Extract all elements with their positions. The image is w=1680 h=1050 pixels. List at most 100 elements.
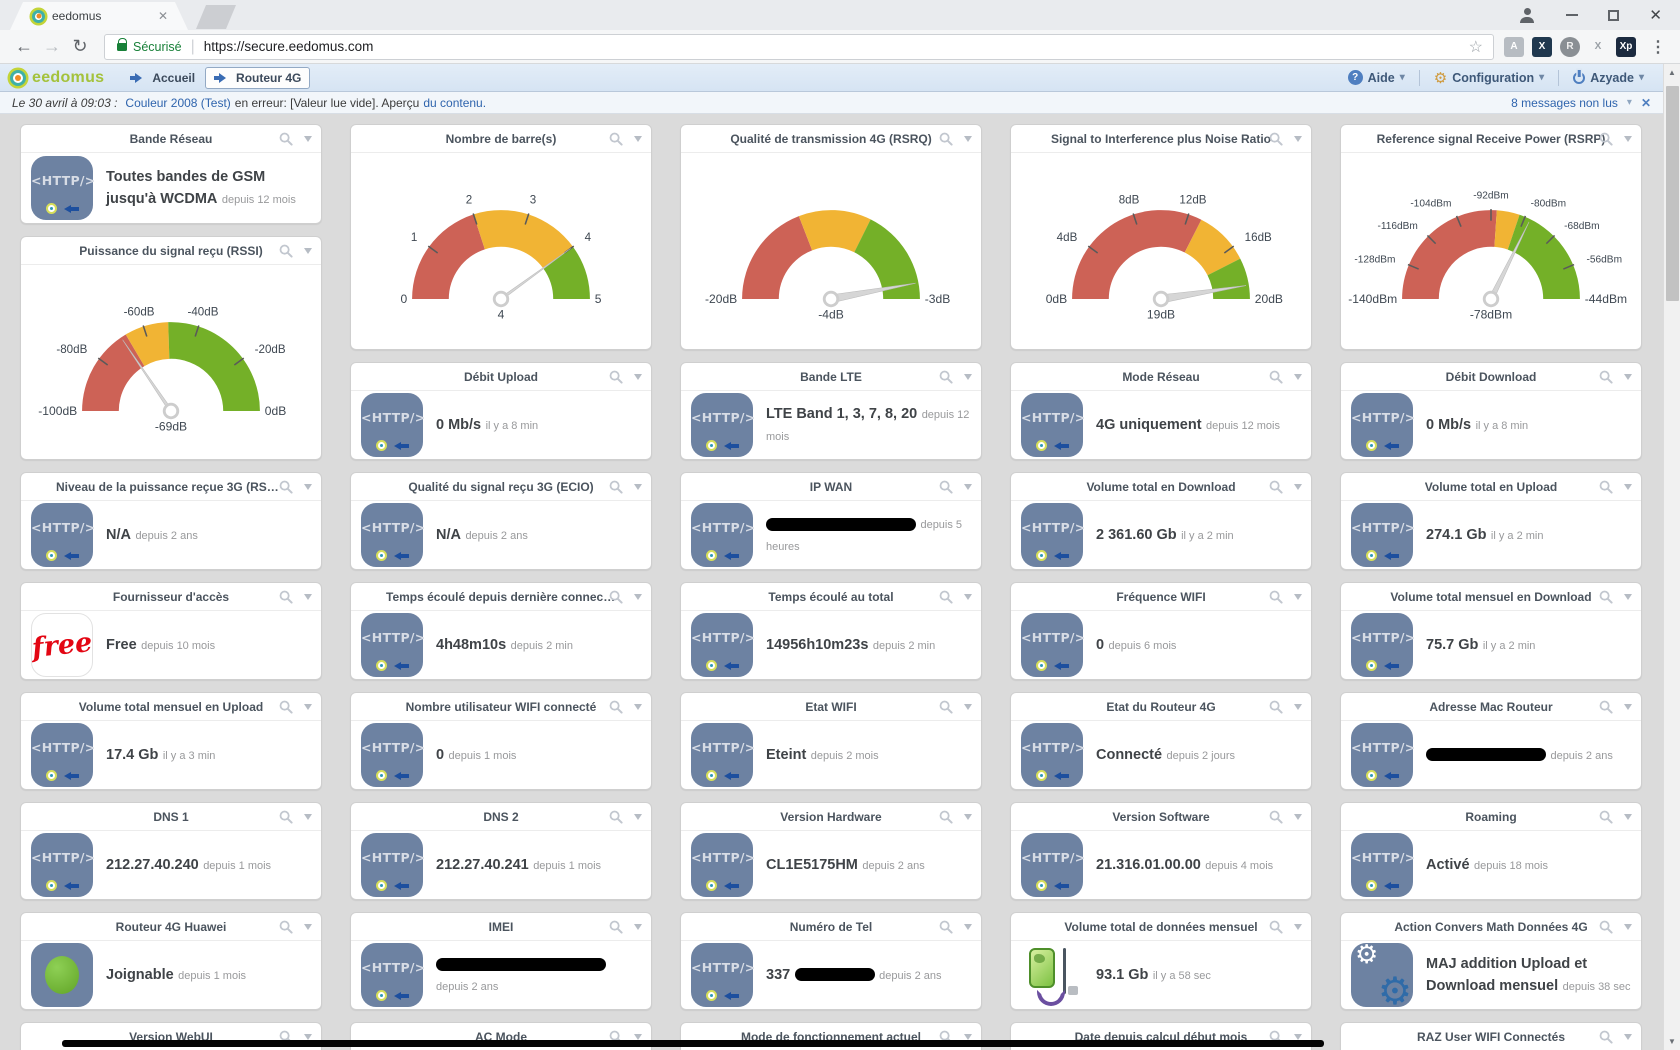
breadcrumb-routeur4g[interactable]: Routeur 4G [205,67,310,89]
search-icon[interactable] [279,700,293,719]
chevron-down-icon[interactable] [1294,814,1302,824]
search-icon[interactable] [279,920,293,939]
search-icon[interactable] [1599,1030,1613,1049]
close-notification-icon[interactable]: ✕ [1641,96,1651,110]
scrollbar[interactable]: ▲ ▼ [1663,64,1680,1050]
scrollbar-thumb[interactable] [1666,86,1679,301]
notification-content-link[interactable]: du contenu. [423,96,486,110]
search-icon[interactable] [1599,480,1613,499]
chevron-down-icon[interactable] [634,704,642,714]
search-icon[interactable] [279,810,293,829]
scroll-up-icon[interactable]: ▲ [1664,64,1680,81]
notification-device-link[interactable]: Couleur 2008 (Test) [125,96,230,110]
extension-icon[interactable]: A [1504,37,1524,57]
search-icon[interactable] [1599,132,1613,151]
chevron-down-icon[interactable] [1294,704,1302,714]
chevron-down-icon[interactable] [1624,594,1632,604]
chevron-down-icon[interactable] [1294,374,1302,384]
chevron-down-icon[interactable] [1624,484,1632,494]
chevron-down-icon[interactable] [1624,814,1632,824]
chevron-down-icon[interactable] [1294,136,1302,146]
unread-messages-link[interactable]: 8 messages non lus [1511,96,1618,110]
breadcrumb-home[interactable]: Accueil [130,71,195,85]
search-icon[interactable] [609,810,623,829]
bookmark-star-icon[interactable]: ☆ [1469,37,1483,57]
chevron-down-icon[interactable] [964,814,972,824]
browser-menu-icon[interactable]: ⋮ [1650,37,1666,57]
chevron-down-icon[interactable] [964,924,972,934]
forward-button[interactable]: → [38,36,66,57]
search-icon[interactable] [1599,590,1613,609]
chevron-down-icon[interactable] [304,814,312,824]
chevron-down-icon[interactable] [634,136,642,146]
chevron-down-icon[interactable] [304,704,312,714]
chevron-down-icon[interactable] [634,924,642,934]
search-icon[interactable] [939,132,953,151]
search-icon[interactable] [1599,810,1613,829]
scroll-down-icon[interactable]: ▼ [1664,1033,1680,1050]
search-icon[interactable] [939,590,953,609]
configuration-menu[interactable]: ⚙ Configuration ▾ [1434,69,1544,87]
browser-tab[interactable]: eedomus ✕ [10,2,188,30]
address-bar[interactable]: Sécurisé | https://secure.eedomus.com ☆ [104,34,1494,60]
chevron-down-icon[interactable] [964,484,972,494]
chevron-down-icon[interactable] [964,374,972,384]
chevron-down-icon[interactable] [964,594,972,604]
search-icon[interactable] [1269,370,1283,389]
back-button[interactable]: ← [10,36,38,57]
search-icon[interactable] [1599,370,1613,389]
new-tab-button[interactable] [196,5,236,29]
search-icon[interactable] [939,920,953,939]
extension-icon[interactable]: Xp [1616,37,1636,57]
chevron-down-icon[interactable] [634,374,642,384]
chevron-down-icon[interactable] [1294,924,1302,934]
search-icon[interactable] [1269,920,1283,939]
close-button[interactable]: ✕ [1649,8,1662,23]
profile-icon[interactable] [1518,8,1536,23]
chevron-down-icon[interactable] [1294,484,1302,494]
search-icon[interactable] [279,590,293,609]
chevron-down-icon[interactable] [964,704,972,714]
search-icon[interactable] [609,920,623,939]
search-icon[interactable] [1269,700,1283,719]
chevron-down-icon[interactable] [304,248,312,258]
tab-close-icon[interactable]: ✕ [158,9,168,23]
search-icon[interactable] [279,132,293,151]
search-icon[interactable] [609,370,623,389]
search-icon[interactable] [609,480,623,499]
minimize-button[interactable] [1566,14,1578,16]
search-icon[interactable] [279,244,293,263]
chevron-down-icon[interactable]: ▾ [1627,97,1632,108]
search-icon[interactable] [1269,590,1283,609]
search-icon[interactable] [279,480,293,499]
extension-icon[interactable]: X [1532,37,1552,57]
maximize-button[interactable] [1608,10,1619,21]
search-icon[interactable] [1269,810,1283,829]
search-icon[interactable] [1269,480,1283,499]
url-text[interactable]: https://secure.eedomus.com [204,39,1469,54]
help-menu[interactable]: ? Aide ▾ [1348,70,1405,85]
chevron-down-icon[interactable] [1624,374,1632,384]
search-icon[interactable] [939,700,953,719]
search-icon[interactable] [1599,700,1613,719]
chevron-down-icon[interactable] [634,484,642,494]
chevron-down-icon[interactable] [304,136,312,146]
search-icon[interactable] [609,132,623,151]
chevron-down-icon[interactable] [634,594,642,604]
chevron-down-icon[interactable] [304,484,312,494]
chevron-down-icon[interactable] [634,814,642,824]
chevron-down-icon[interactable] [1624,704,1632,714]
chevron-down-icon[interactable] [1624,924,1632,934]
chevron-down-icon[interactable] [304,594,312,604]
search-icon[interactable] [939,480,953,499]
reload-button[interactable]: ↻ [66,36,94,57]
chevron-down-icon[interactable] [1294,594,1302,604]
search-icon[interactable] [609,700,623,719]
chevron-down-icon[interactable] [1624,136,1632,146]
search-icon[interactable] [1599,920,1613,939]
chevron-down-icon[interactable] [964,136,972,146]
search-icon[interactable] [1269,132,1283,151]
chevron-down-icon[interactable] [1624,1034,1632,1044]
user-menu[interactable]: Azyade ▾ [1573,71,1644,85]
search-icon[interactable] [939,810,953,829]
